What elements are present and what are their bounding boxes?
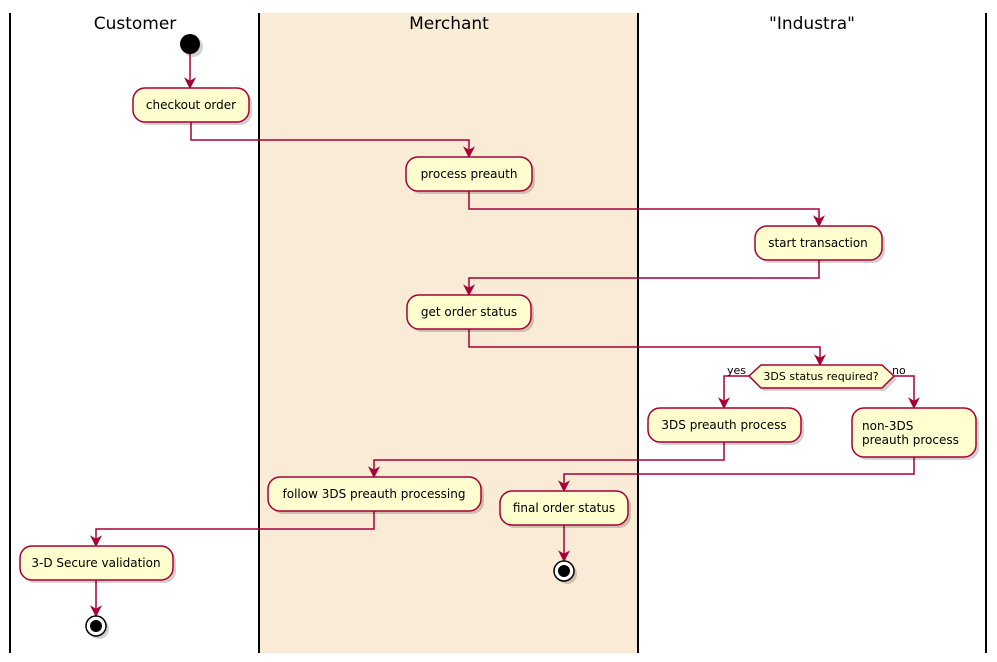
activity-diagram: Customer Merchant "Industra" checkout or… xyxy=(9,13,987,653)
activity-3ds-preauth: 3DS preauth process xyxy=(647,407,804,445)
activity-label: preauth process xyxy=(862,433,959,447)
decision-label: 3DS status required? xyxy=(763,370,878,383)
activity-3d-secure-validation: 3-D Secure validation xyxy=(19,545,176,583)
decision-no-label: no xyxy=(892,364,906,377)
activity-label: follow 3DS preauth processing xyxy=(283,487,466,501)
activity-final-order-status: final order status xyxy=(499,490,631,528)
decision-3ds-required: 3DS status required? yes no xyxy=(727,364,906,391)
start-node xyxy=(180,34,200,54)
merchant-lane-bg xyxy=(259,13,638,653)
activity-label: 3DS preauth process xyxy=(661,418,786,432)
lane-title-merchant: Merchant xyxy=(409,14,489,34)
activity-label: get order status xyxy=(421,305,517,319)
end-node-customer xyxy=(85,615,109,639)
activity-checkout-order: checkout order xyxy=(132,87,252,125)
activity-label: checkout order xyxy=(146,98,236,112)
activity-label: process preauth xyxy=(421,167,518,181)
activity-non-3ds-preauth: non-3DS preauth process xyxy=(851,407,979,460)
activity-process-preauth: process preauth xyxy=(405,156,535,194)
lane-title-industra: "Industra" xyxy=(769,14,855,34)
activity-label: 3-D Secure validation xyxy=(31,556,160,570)
activity-start-transaction: start transaction xyxy=(754,225,885,263)
activity-label: final order status xyxy=(513,501,615,515)
activity-label: start transaction xyxy=(768,236,868,250)
activity-label: non-3DS xyxy=(862,419,913,433)
decision-yes-label: yes xyxy=(727,364,746,377)
activity-get-order-status: get order status xyxy=(406,294,534,332)
activity-follow-3ds: follow 3DS preauth processing xyxy=(267,476,484,514)
lane-title-customer: Customer xyxy=(94,14,177,34)
